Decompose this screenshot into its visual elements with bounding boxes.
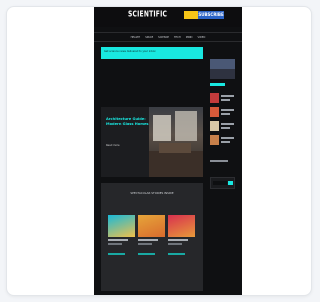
issue-card[interactable] (138, 215, 165, 245)
window-shape (153, 115, 171, 141)
issue-card[interactable] (168, 215, 195, 245)
issue-caption (138, 239, 158, 241)
issue-link[interactable] (138, 253, 155, 255)
story-title-line (221, 127, 230, 129)
story-title-line (221, 95, 234, 97)
sidebar-ad-image[interactable] (210, 59, 235, 79)
issue-cover (168, 215, 195, 237)
site-header: SCIENTIFIC SUBSCRIBE (94, 7, 242, 27)
story-thumb (210, 93, 219, 103)
subscribe-label: SUBSCRIBE (198, 11, 224, 19)
issue-cover (108, 215, 135, 237)
issue-links (108, 253, 185, 255)
signup-button[interactable] (228, 181, 233, 185)
sidebar-section-label (210, 83, 225, 86)
newsletter-banner[interactable]: Get science news delivered to your inbox (101, 47, 203, 59)
nav-item[interactable]: TECH (174, 36, 181, 39)
story-thumb (210, 121, 219, 131)
preview-card: SCIENTIFIC SUBSCRIBE HEALTH SPACE SCIENC… (6, 6, 312, 296)
issue-link[interactable] (168, 253, 185, 255)
hero-article[interactable]: Architecture Guide: Modern Glass Homes R… (101, 107, 203, 177)
footer-strip (94, 295, 242, 296)
story-title-line (221, 123, 234, 125)
story-title-line (221, 99, 230, 101)
desk-shape (159, 143, 191, 153)
issue-card[interactable] (108, 215, 135, 245)
story-title-line (221, 109, 234, 111)
floor-shape (149, 151, 203, 177)
story-title-line (221, 137, 234, 139)
site-logo[interactable]: SCIENTIFIC (128, 10, 167, 19)
issue-caption (168, 239, 188, 241)
sidebar-story[interactable] (210, 93, 235, 103)
nav-item[interactable]: MIND (186, 36, 193, 39)
email-field[interactable] (213, 181, 227, 185)
issue-caption (168, 243, 182, 245)
nav-item[interactable]: SPACE (145, 36, 153, 39)
hero-title[interactable]: Architecture Guide: Modern Glass Homes (106, 117, 150, 127)
hero-image (149, 107, 203, 177)
banner-text: Get science news delivered to your inbox (104, 50, 156, 53)
story-thumb (210, 107, 219, 117)
featured-issues-section: SPECTACULAR STORIES INSIDE (101, 183, 203, 291)
issue-caption (138, 243, 152, 245)
nav-item[interactable]: SCIENCE (158, 36, 169, 39)
issue-cover (138, 215, 165, 237)
story-thumb (210, 135, 219, 145)
promo-yellow (184, 11, 198, 19)
hero-read-more[interactable]: Read more (106, 144, 120, 147)
website-screenshot[interactable]: SCIENTIFIC SUBSCRIBE HEALTH SPACE SCIENC… (94, 7, 242, 296)
sidebar-story[interactable] (210, 135, 235, 145)
site-nav: HEALTH SPACE SCIENCE TECH MIND VIDEO (94, 32, 242, 42)
ad-sky (210, 59, 235, 69)
issue-list (108, 215, 196, 245)
window-shape (175, 111, 197, 141)
nav-item[interactable]: HEALTH (131, 36, 141, 39)
sidebar-story[interactable] (210, 107, 235, 117)
sidebar-signup-box (210, 177, 235, 189)
nav-item[interactable]: VIDEO (197, 36, 205, 39)
issue-link[interactable] (108, 253, 125, 255)
story-title-line (221, 113, 230, 115)
sidebar-heading (210, 160, 228, 162)
story-title-line (221, 141, 230, 143)
sidebar-story[interactable] (210, 121, 235, 131)
promo-badge[interactable]: SUBSCRIBE (184, 11, 224, 19)
issue-caption (108, 239, 128, 241)
issue-caption (108, 243, 122, 245)
section-title: SPECTACULAR STORIES INSIDE (130, 191, 174, 195)
